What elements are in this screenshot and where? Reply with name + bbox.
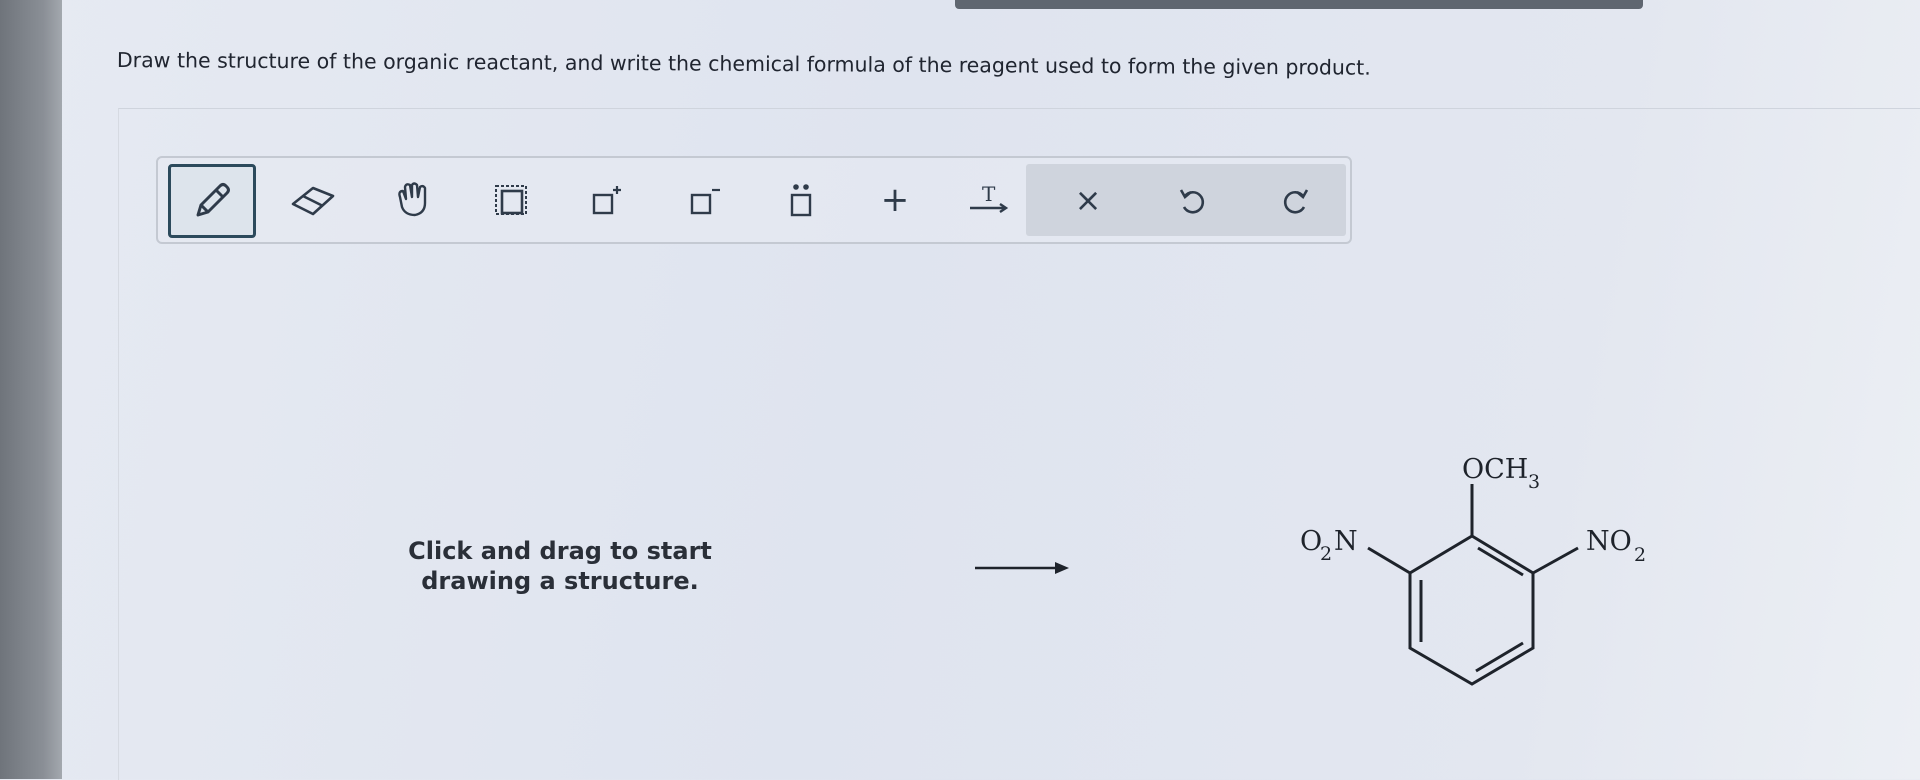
positive-charge-icon xyxy=(592,186,621,215)
redo-icon xyxy=(1283,189,1309,214)
negative-charge-button[interactable] xyxy=(668,158,742,242)
move-tool-button[interactable] xyxy=(376,158,450,242)
selection-box-icon xyxy=(495,185,527,215)
question-prompt: Draw the structure of the organic reacta… xyxy=(116,48,1371,80)
plus-icon: + xyxy=(880,180,910,220)
text-arrow-glyph: T xyxy=(982,182,996,206)
select-tool-button[interactable] xyxy=(474,158,548,242)
left-nitro-subscript: 2 xyxy=(1320,543,1332,565)
right-nitro-label: NO xyxy=(1586,526,1632,557)
draw-tool-button[interactable] xyxy=(168,164,256,238)
right-nitro-subscript: 2 xyxy=(1634,544,1646,566)
hint-line-1: Click and drag to start xyxy=(408,537,712,565)
pencil-icon xyxy=(196,183,230,217)
clear-button[interactable]: × xyxy=(1040,158,1136,242)
close-icon: × xyxy=(1074,181,1102,219)
methoxy-subscript: 3 xyxy=(1528,471,1540,493)
reaction-arrow xyxy=(975,562,1069,574)
redo-button[interactable] xyxy=(1248,158,1344,242)
screen-bezel xyxy=(0,0,62,779)
add-button[interactable]: + xyxy=(858,158,932,242)
lone-pair-button[interactable] xyxy=(764,158,838,242)
undo-button[interactable] xyxy=(1144,158,1240,242)
erase-tool-button[interactable] xyxy=(276,158,350,242)
product-structure: OCH 3 O 2 N NO 2 xyxy=(1300,454,1646,686)
left-nitro-n: N xyxy=(1334,526,1358,557)
text-arrow-icon: T xyxy=(970,182,1009,213)
positive-charge-button[interactable] xyxy=(570,158,644,242)
undo-icon xyxy=(1179,189,1205,214)
hand-icon xyxy=(398,182,427,217)
negative-charge-icon xyxy=(690,188,720,215)
reagent-text-button[interactable]: T xyxy=(948,158,1028,242)
lone-pair-icon xyxy=(790,184,812,217)
drawing-canvas-hint[interactable]: Click and drag to start drawing a struct… xyxy=(400,536,720,596)
drawing-toolbar: + T × xyxy=(156,156,1352,244)
left-nitro-o: O xyxy=(1300,526,1322,557)
top-header-bar xyxy=(955,0,1643,9)
methoxy-label: OCH xyxy=(1462,454,1528,485)
hint-line-2: drawing a structure. xyxy=(421,567,699,595)
eraser-icon xyxy=(291,186,335,216)
